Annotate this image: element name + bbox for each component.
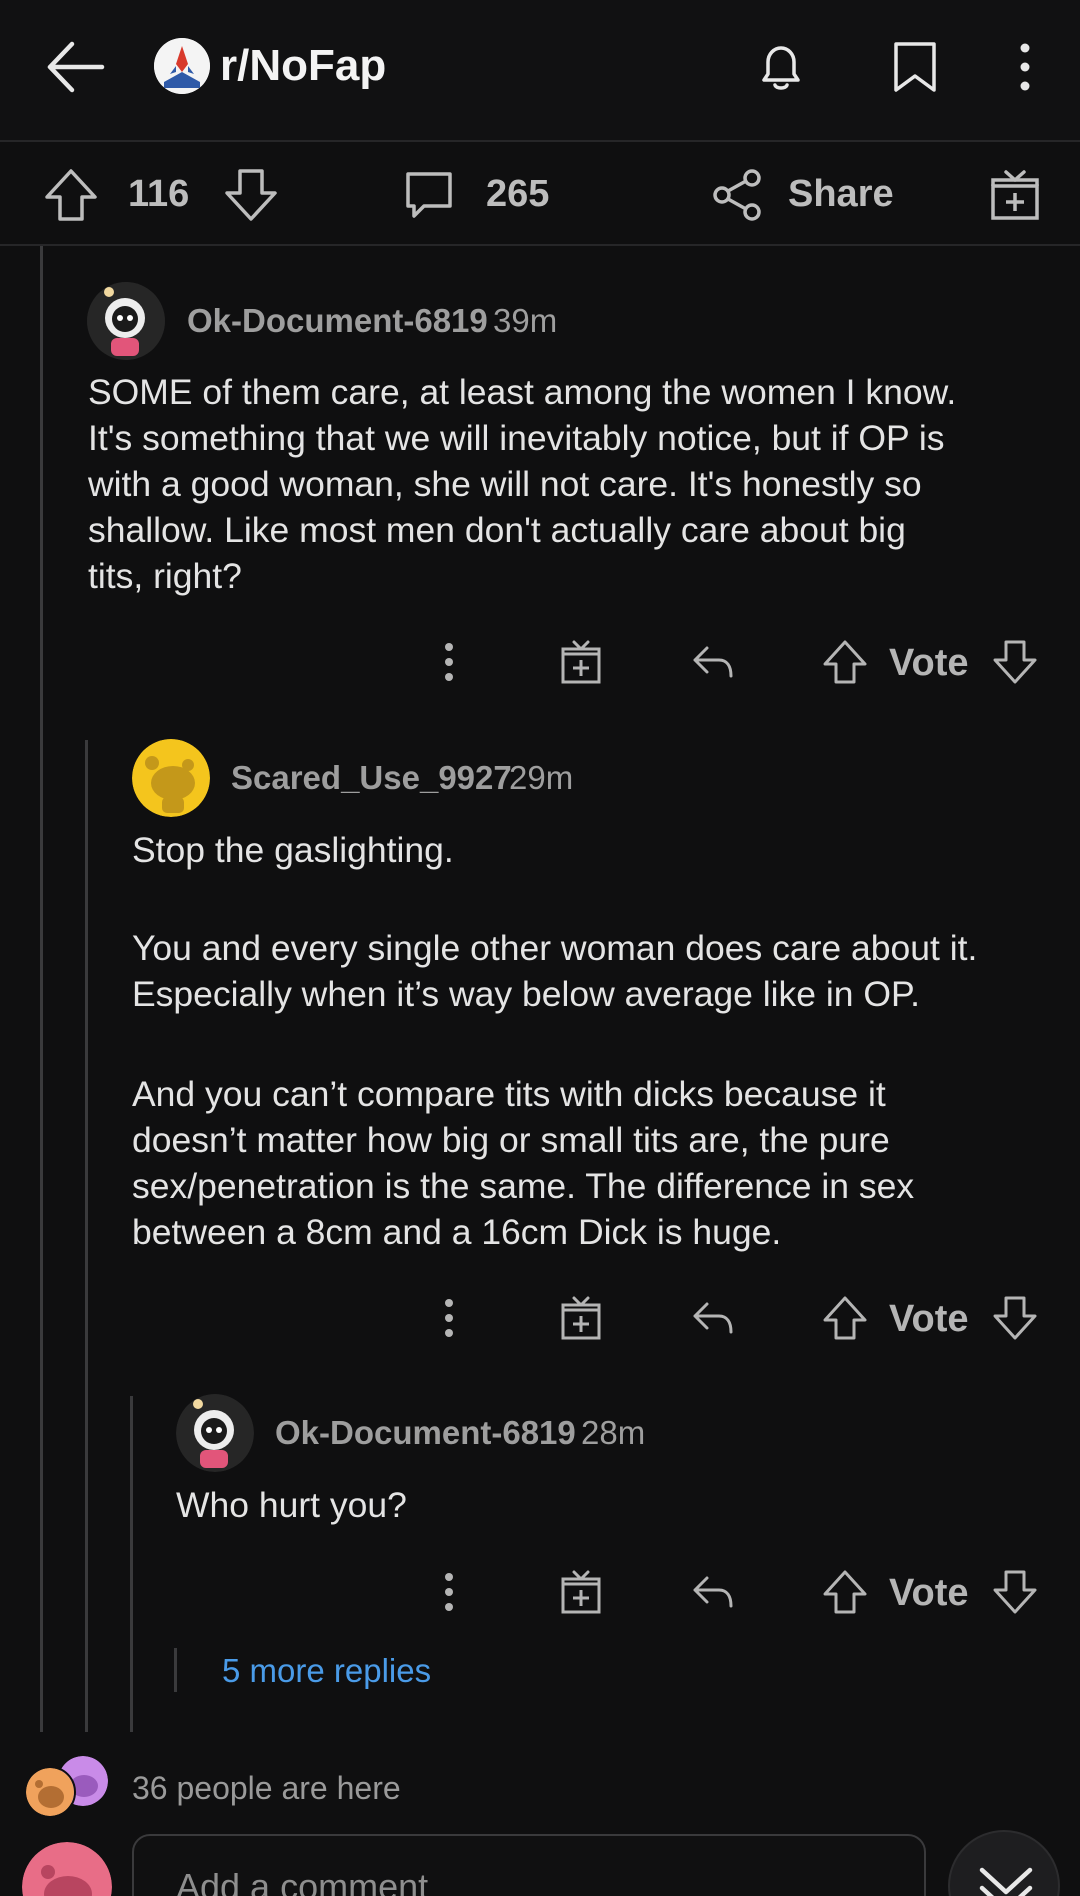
vote-label: Vote xyxy=(889,1572,969,1614)
comment-line: between a 8cm and a 16cm Dick is huge. xyxy=(132,1212,782,1252)
upvote-icon[interactable] xyxy=(42,166,100,224)
comment-author[interactable]: Scared_Use_9927 xyxy=(231,757,512,799)
comment-time: 28m xyxy=(581,1414,646,1451)
bookmark-icon[interactable] xyxy=(884,36,946,98)
downvote-icon[interactable] xyxy=(222,166,280,224)
reply-icon[interactable] xyxy=(689,638,737,686)
thread-line xyxy=(174,1648,177,1692)
thread-line[interactable] xyxy=(85,740,88,1732)
comment-line: sex/penetration is the same. The differe… xyxy=(132,1166,915,1206)
downvote-icon[interactable] xyxy=(991,1568,1039,1616)
award-icon[interactable] xyxy=(557,1294,605,1342)
comment-count: 265 xyxy=(486,173,550,215)
comment-body: Who hurt you? xyxy=(176,1482,407,1528)
comment-line: Who hurt you? xyxy=(176,1485,407,1525)
comment-author[interactable]: Ok-Document-6819 xyxy=(187,300,488,342)
comment-time: 29m xyxy=(509,759,574,796)
more-vertical-icon[interactable] xyxy=(425,1294,473,1342)
upvote-icon[interactable] xyxy=(821,1568,869,1616)
avatar[interactable] xyxy=(87,282,165,360)
comment-line: shallow. Like most men don't actually ca… xyxy=(88,510,906,550)
comment-body: SOME of them care, at least among the wo… xyxy=(88,369,956,599)
presence-count: 36 people are here xyxy=(132,1770,401,1806)
snoo-avatar-icon xyxy=(26,1768,74,1816)
more-vertical-icon[interactable] xyxy=(425,638,473,686)
thread-line[interactable] xyxy=(40,246,43,1732)
comment-line: It's something that we will inevitably n… xyxy=(88,418,945,458)
snoo-avatar-icon xyxy=(132,739,210,817)
comment-input[interactable]: Add a comment xyxy=(132,1834,926,1896)
more-vertical-icon[interactable] xyxy=(994,36,1056,98)
upvote-icon[interactable] xyxy=(821,638,869,686)
post-action-bar: 116 265 Share xyxy=(0,142,1080,246)
vote-label: Vote xyxy=(889,642,969,684)
chevron-down-icon xyxy=(979,1867,1033,1896)
more-vertical-icon[interactable] xyxy=(425,1568,473,1616)
bell-icon[interactable] xyxy=(750,36,812,98)
rocket-logo-icon xyxy=(154,38,210,94)
vote-label: Vote xyxy=(889,1298,969,1340)
avatar[interactable] xyxy=(132,739,210,817)
subreddit-name[interactable]: r/NoFap xyxy=(220,38,386,94)
top-bar: r/NoFap xyxy=(0,0,1080,142)
comment-body: Stop the gaslighting. You and every sing… xyxy=(132,827,977,1255)
more-replies-link[interactable]: 5 more replies xyxy=(222,1650,431,1692)
downvote-icon[interactable] xyxy=(991,1294,1039,1342)
comment-time: 39m xyxy=(493,302,558,339)
subreddit-avatar[interactable] xyxy=(154,38,210,94)
award-icon[interactable] xyxy=(557,1568,605,1616)
reply-icon[interactable] xyxy=(689,1294,737,1342)
share-icon[interactable] xyxy=(708,166,766,224)
comment-line: You and every single other woman does ca… xyxy=(132,928,978,968)
comment-line: with a good woman, she will not care. It… xyxy=(88,464,922,504)
avatar xyxy=(24,1766,76,1818)
award-icon[interactable] xyxy=(986,166,1044,224)
astronaut-avatar-icon xyxy=(87,282,165,360)
comment-input-placeholder: Add a comment xyxy=(176,1866,429,1896)
astronaut-avatar-icon xyxy=(176,1394,254,1472)
user-avatar[interactable] xyxy=(22,1842,112,1896)
upvote-count: 116 xyxy=(128,173,190,215)
award-icon[interactable] xyxy=(557,638,605,686)
share-button[interactable]: Share xyxy=(788,142,894,246)
comment-line: tits, right? xyxy=(88,556,242,596)
reply-icon[interactable] xyxy=(689,1568,737,1616)
comment-line: Especially when it’s way below average l… xyxy=(132,974,920,1014)
comment-line xyxy=(132,1025,977,1071)
avatar[interactable] xyxy=(176,1394,254,1472)
comment-line xyxy=(132,879,977,925)
comment-line: doesn’t matter how big or small tits are… xyxy=(132,1120,890,1160)
comment-line: SOME of them care, at least among the wo… xyxy=(88,372,957,412)
thread-line[interactable] xyxy=(130,1396,133,1732)
back-arrow-icon[interactable] xyxy=(42,34,108,100)
downvote-icon[interactable] xyxy=(991,638,1039,686)
comment-author[interactable]: Ok-Document-6819 xyxy=(275,1412,576,1454)
comment-line: Stop the gaslighting. xyxy=(132,830,454,870)
upvote-icon[interactable] xyxy=(821,1294,869,1342)
comment-line: And you can’t compare tits with dicks be… xyxy=(132,1074,886,1114)
comment-icon[interactable] xyxy=(400,166,458,224)
snoo-avatar-icon xyxy=(22,1842,112,1896)
scroll-next-button[interactable] xyxy=(948,1830,1060,1896)
